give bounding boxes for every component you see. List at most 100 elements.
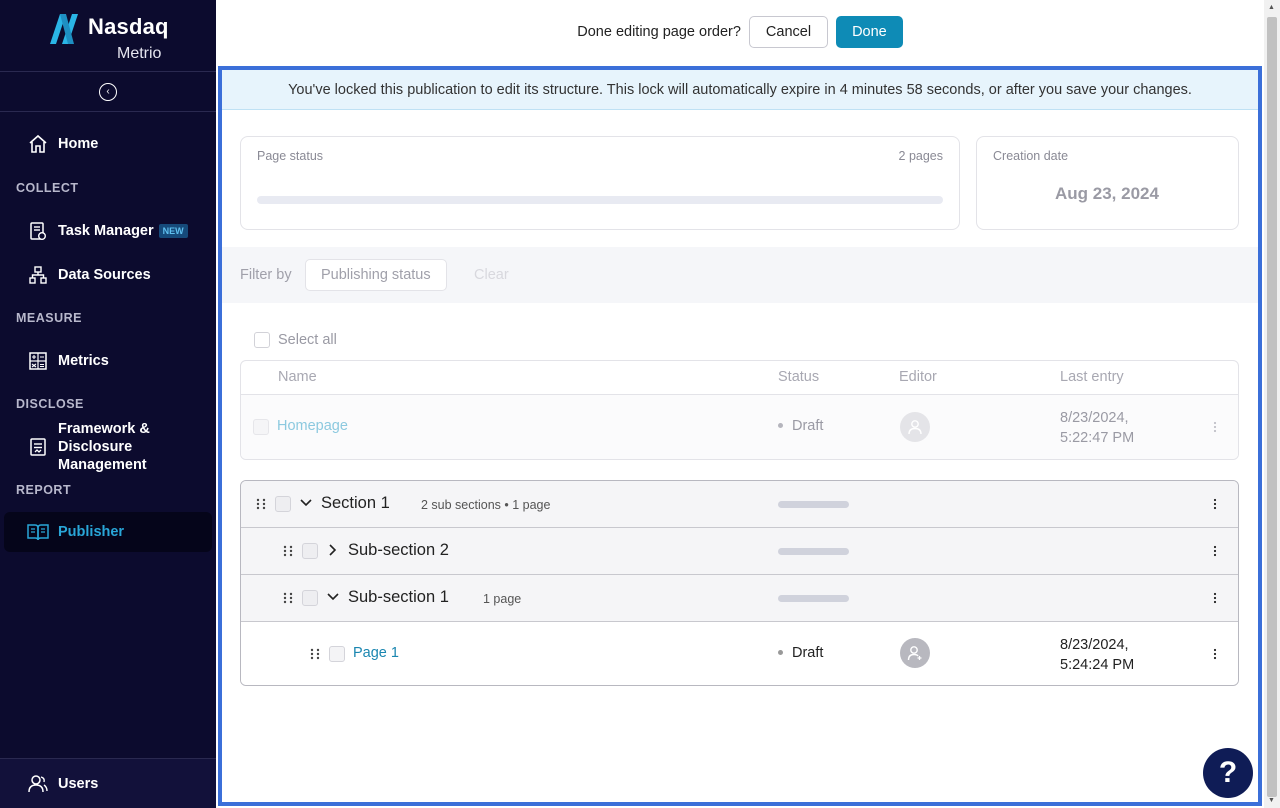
publishing-status-filter[interactable]: Publishing status: [305, 259, 447, 291]
page-status-label: Page status: [257, 149, 324, 163]
last-entry-date: 8/23/2024,: [1060, 410, 1129, 426]
filter-label: Filter by: [240, 267, 292, 283]
clear-filter-button[interactable]: Clear: [474, 267, 509, 283]
sidebar-item-home[interactable]: Home: [0, 132, 216, 156]
sidebar-item-label: Management: [58, 457, 147, 473]
row-checkbox[interactable]: [329, 646, 345, 662]
more-options-icon[interactable]: [1207, 590, 1223, 606]
homepage-checkbox[interactable]: [253, 419, 269, 435]
table-row: Homepage Draft 8/23/2024, 5:22:47 PM: [241, 395, 1238, 459]
more-options-icon[interactable]: [1207, 419, 1223, 435]
sidebar-item-framework[interactable]: Framework & Disclosure Management: [0, 419, 216, 475]
tree-row-section-1[interactable]: Section 1 2 sub sections • 1 page: [241, 481, 1238, 528]
home-icon: [27, 133, 49, 155]
edit-order-bar: Done editing page order? Cancel Done: [216, 0, 1264, 64]
creation-date-label: Creation date: [993, 149, 1069, 163]
section-title: Section 1: [321, 494, 390, 512]
sidebar-item-task-manager[interactable]: Task Manager NEW: [0, 219, 216, 243]
sidebar: Nasdaq Metrio ‹ Home COLLECT Task Manage…: [0, 0, 216, 808]
sidebar-item-metrics[interactable]: Metrics: [0, 349, 216, 373]
page-last-entry: 8/23/2024, 5:24:24 PM: [1060, 635, 1134, 675]
filter-bar: Filter by Publishing status Clear: [222, 247, 1258, 303]
sidebar-item-users[interactable]: Users: [0, 773, 216, 795]
structure-tree: Section 1 2 sub sections • 1 page Sub-se…: [240, 480, 1239, 686]
more-options-icon[interactable]: [1207, 543, 1223, 559]
more-options-icon[interactable]: [1207, 496, 1223, 512]
lock-banner: You've locked this publication to edit i…: [222, 70, 1258, 110]
drag-handle-icon[interactable]: [282, 591, 294, 605]
task-icon: [27, 220, 49, 242]
done-button[interactable]: Done: [836, 16, 903, 48]
more-options-icon[interactable]: [1207, 646, 1223, 662]
status-text: Draft: [792, 645, 824, 661]
chevron-down-icon[interactable]: [325, 589, 341, 605]
sidebar-item-publisher[interactable]: Publisher: [4, 512, 212, 552]
cancel-button[interactable]: Cancel: [748, 16, 829, 48]
users-icon: [27, 773, 49, 795]
row-checkbox[interactable]: [275, 496, 291, 512]
table-header: Name Status Editor Last entry: [241, 361, 1238, 395]
scroll-down-icon[interactable]: ▼: [1268, 797, 1275, 804]
homepage-link[interactable]: Homepage: [277, 418, 348, 434]
chevron-left-circle-icon[interactable]: ‹: [99, 82, 117, 101]
avatar: [900, 638, 930, 668]
sidebar-item-label: Publisher: [58, 524, 125, 540]
tree-row-page-1[interactable]: Page 1 Draft 8/23/2024, 5:24:24 PM: [241, 622, 1238, 685]
homepage-status: Draft: [778, 418, 823, 434]
sidebar-item-label-group: Framework & Disclosure Management: [58, 420, 150, 474]
edit-order-prompt: Done editing page order?: [577, 24, 741, 40]
select-all-checkbox[interactable]: [254, 332, 270, 348]
sidebar-item-label: Users: [58, 776, 99, 792]
drag-handle-icon[interactable]: [309, 647, 321, 661]
last-entry-date: 8/23/2024,: [1060, 637, 1129, 653]
page-count: 2 pages: [898, 149, 943, 163]
chevron-down-icon[interactable]: [298, 495, 314, 511]
scroll-up-icon[interactable]: ▲: [1268, 4, 1275, 11]
sidebar-item-label: Home: [58, 136, 99, 152]
sidebar-item-label: Task Manager: [58, 223, 154, 239]
scroll-thumb[interactable]: [1267, 17, 1277, 797]
users-bar: Users: [0, 758, 216, 808]
creation-date-card: Creation date Aug 23, 2024: [976, 136, 1239, 230]
page-status-progress: [257, 196, 943, 204]
status-dot: [778, 649, 783, 655]
new-badge: NEW: [158, 224, 188, 238]
brand-name: Nasdaq: [88, 14, 169, 39]
avatar: [900, 412, 930, 442]
row-checkbox[interactable]: [302, 543, 318, 559]
select-all-label: Select all: [278, 332, 337, 348]
calculator-icon: [27, 350, 49, 372]
column-editor: Editor: [899, 369, 937, 385]
status-placeholder: [778, 548, 849, 555]
document-icon: [27, 436, 49, 458]
page-scrollbar[interactable]: ▲ ▼: [1264, 0, 1280, 808]
drag-handle-icon[interactable]: [255, 497, 267, 511]
help-button[interactable]: ?: [1203, 748, 1253, 798]
tree-row-sub-section-2[interactable]: Sub-section 2: [241, 528, 1238, 575]
user-add-icon: [907, 646, 922, 661]
status-placeholder: [778, 501, 849, 508]
user-icon: [908, 420, 922, 435]
publication-structure-editor: You've locked this publication to edit i…: [218, 66, 1262, 806]
status-dot: [778, 422, 783, 428]
section-meta: 2 sub sections • 1 page: [421, 498, 551, 512]
section-title: Sub-section 2: [348, 541, 449, 559]
chevron-right-icon[interactable]: [325, 542, 341, 558]
drag-handle-icon[interactable]: [282, 544, 294, 558]
creation-date-value: Aug 23, 2024: [1055, 184, 1159, 203]
select-all[interactable]: Select all: [254, 332, 337, 348]
sidebar-item-data-sources[interactable]: Data Sources: [0, 263, 216, 287]
page-status: Draft: [778, 645, 823, 661]
section-measure: MEASURE: [16, 311, 83, 325]
column-status: Status: [778, 369, 820, 385]
sidebar-item-label: Disclosure: [58, 439, 133, 455]
row-checkbox[interactable]: [302, 590, 318, 606]
status-placeholder: [778, 595, 849, 602]
homepage-last-entry: 8/23/2024, 5:22:47 PM: [1060, 408, 1134, 448]
nasdaq-logo: [50, 14, 78, 44]
tree-row-sub-section-1[interactable]: Sub-section 1 1 page: [241, 575, 1238, 622]
sidebar-item-label: Metrics: [58, 353, 109, 369]
sidebar-item-label: Framework &: [58, 421, 150, 437]
page-link[interactable]: Page 1: [353, 645, 399, 661]
last-entry-time: 5:24:24 PM: [1060, 657, 1135, 673]
